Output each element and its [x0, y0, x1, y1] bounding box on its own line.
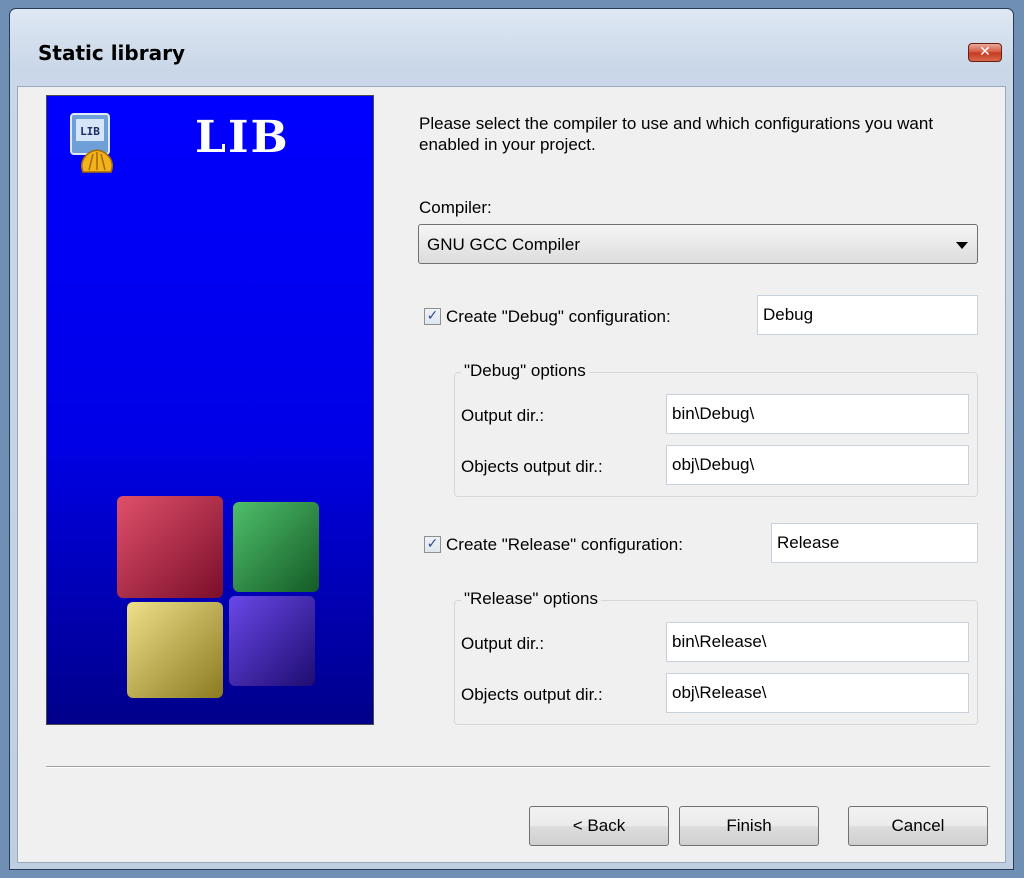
dialog-body: LIB LIB Please select the compiler to us… [17, 86, 1006, 863]
release-checkbox-label[interactable]: Create "Release" configuration: [446, 535, 683, 555]
yellow-cube [127, 602, 223, 698]
purple-cube [229, 596, 315, 686]
debug-output-dir-input[interactable] [667, 395, 968, 433]
library-icon: LIB [70, 113, 113, 173]
codeblocks-logo [117, 496, 319, 698]
debug-name-field[interactable] [757, 295, 978, 335]
debug-output-dir-label: Output dir.: [461, 406, 545, 425]
title-bar[interactable]: Static library ✕ [10, 9, 1013, 86]
release-output-dir-input[interactable] [667, 623, 968, 661]
cancel-button[interactable]: Cancel [848, 806, 988, 846]
release-options-label: "Release" options [461, 589, 601, 609]
release-objects-dir-input[interactable] [667, 674, 968, 712]
debug-objects-dir-field[interactable] [666, 445, 969, 485]
back-button[interactable]: < Back [529, 806, 669, 846]
library-icon-label: LIB [80, 125, 100, 138]
release-output-dir-field[interactable] [666, 622, 969, 662]
wizard-banner: LIB LIB [46, 95, 374, 725]
close-icon: ✕ [979, 44, 991, 60]
release-name-field[interactable] [771, 523, 978, 563]
compiler-select[interactable]: GNU GCC Compiler [418, 224, 978, 264]
green-cube [233, 502, 319, 592]
release-output-dir-label: Output dir.: [461, 634, 545, 653]
release-objects-dir-field[interactable] [666, 673, 969, 713]
checkmark-icon: ✓ [426, 308, 439, 324]
compiler-label: Compiler: [419, 198, 492, 217]
banner-title: LIB [195, 112, 290, 163]
debug-objects-dir-input[interactable] [667, 446, 968, 484]
debug-output-dir-field[interactable] [666, 394, 969, 434]
debug-checkbox[interactable]: ✓ [424, 308, 441, 325]
dialog-window: Static library ✕ LIB LIB Please select t… [9, 8, 1014, 870]
separator [46, 766, 990, 768]
finish-button[interactable]: Finish [679, 806, 819, 846]
debug-objects-dir-label: Objects output dir.: [461, 457, 603, 476]
debug-checkbox-label[interactable]: Create "Debug" configuration: [446, 307, 671, 327]
debug-options-label: "Debug" options [461, 361, 589, 381]
window-title: Static library [38, 41, 185, 65]
intro-text: Please select the compiler to use and wh… [419, 114, 934, 154]
red-cube [117, 496, 223, 598]
debug-name-input[interactable] [758, 296, 977, 334]
release-checkbox[interactable]: ✓ [424, 536, 441, 553]
release-objects-dir-label: Objects output dir.: [461, 685, 603, 704]
release-name-input[interactable] [772, 524, 977, 562]
close-button[interactable]: ✕ [968, 43, 1002, 62]
chevron-down-icon[interactable] [956, 242, 968, 249]
checkmark-icon: ✓ [426, 536, 439, 552]
compiler-value: GNU GCC Compiler [427, 235, 581, 254]
